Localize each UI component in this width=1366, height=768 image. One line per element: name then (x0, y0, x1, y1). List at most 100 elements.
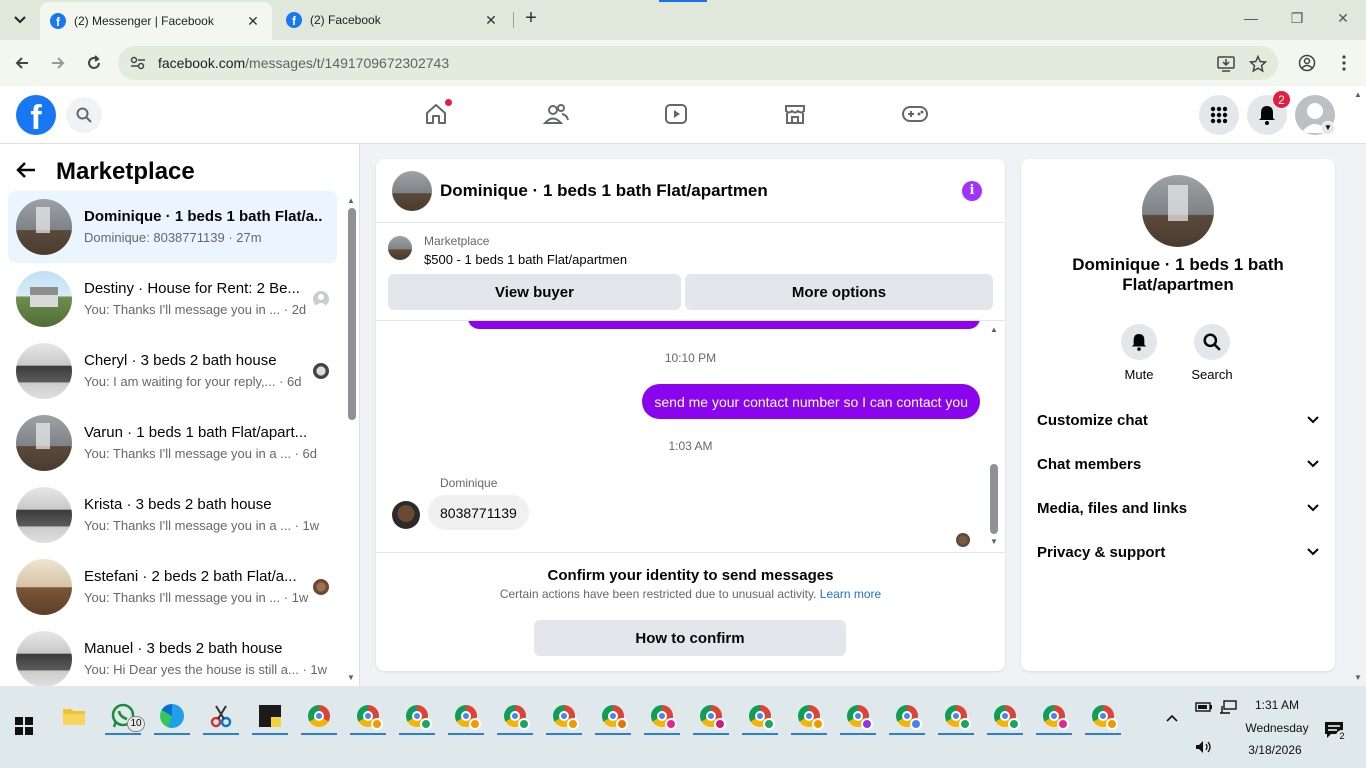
forward-button[interactable] (46, 51, 70, 75)
more-options-button[interactable]: More options (685, 274, 993, 310)
scroll-down-arrow-icon[interactable]: ▼ (347, 673, 355, 682)
volume-icon[interactable] (1193, 736, 1215, 758)
profile-badge-icon (469, 718, 481, 730)
bookmark-star-icon[interactable] (1248, 54, 1268, 74)
tab-facebook[interactable]: f (2) Facebook ✕ (276, 4, 510, 36)
sidebar-scrollbar[interactable] (348, 208, 356, 420)
listing-thumbnail[interactable] (388, 236, 412, 260)
chrome-profile-app[interactable] (348, 696, 388, 736)
learn-more-link[interactable]: Learn more (820, 587, 881, 601)
message-bubble-outgoing[interactable]: send me your contact number so I can con… (642, 384, 980, 419)
media-files-links-section[interactable]: Media, files and links (1029, 486, 1327, 530)
tab-close-icon[interactable]: ✕ (244, 13, 262, 30)
site-info-button[interactable] (126, 51, 150, 75)
gaming-nav-icon[interactable] (901, 100, 929, 128)
edge-app[interactable] (152, 696, 192, 736)
chrome-app[interactable] (299, 696, 339, 736)
message-bubble-outgoing[interactable] (468, 321, 980, 329)
chrome-profile-app[interactable] (887, 696, 927, 736)
chrome-profile-app[interactable] (544, 696, 584, 736)
menu-button[interactable] (1199, 95, 1239, 135)
privacy-support-section[interactable]: Privacy & support (1029, 530, 1327, 574)
how-to-confirm-button[interactable]: How to confirm (534, 620, 846, 656)
mute-action[interactable]: Mute (1109, 324, 1169, 382)
show-hidden-icons-button[interactable] (1160, 706, 1184, 730)
clock-date[interactable]: 3/18/2026 (1240, 743, 1310, 757)
network-icon[interactable] (1217, 696, 1239, 718)
section-label: Chat members (1037, 455, 1142, 473)
chrome-profile-app[interactable] (691, 696, 731, 736)
minimize-button[interactable]: — (1241, 10, 1261, 26)
chat-title[interactable]: Dominique · 1 beds 1 bath Flat/apartmen (440, 181, 768, 201)
chevron-down-icon (1307, 460, 1319, 468)
chevron-down-icon (1307, 416, 1319, 424)
close-window-button[interactable]: ✕ (1333, 10, 1353, 27)
profile-icon[interactable] (1296, 52, 1318, 74)
sticky-notes-app[interactable] (250, 696, 290, 736)
friends-nav-icon[interactable] (542, 100, 570, 128)
tab-close-icon[interactable]: ✕ (482, 12, 500, 29)
customize-chat-section[interactable]: Customize chat (1029, 398, 1327, 442)
page-scroll-up-arrow-icon[interactable]: ▲ (1354, 90, 1362, 99)
scroll-up-arrow-icon[interactable]: ▲ (347, 196, 355, 205)
chrome-profile-app[interactable] (397, 696, 437, 736)
chrome-profile-app[interactable] (789, 696, 829, 736)
conversation-item[interactable]: Estefani · 2 beds 2 bath Flat/a... You: … (8, 551, 337, 623)
profile-avatar[interactable] (1142, 175, 1214, 247)
chrome-profile-app[interactable] (446, 696, 486, 736)
facebook-search-button[interactable] (66, 97, 102, 133)
conversation-item[interactable]: Destiny · House for Rent: 2 Be... You: T… (8, 263, 337, 335)
install-app-icon[interactable] (1216, 54, 1236, 74)
search-action[interactable]: Search (1182, 324, 1242, 382)
facebook-logo-icon[interactable]: f (16, 95, 56, 135)
whatsapp-app[interactable]: 10 (103, 696, 145, 736)
sender-avatar[interactable] (392, 501, 420, 529)
clock-day[interactable]: Wednesday (1240, 721, 1314, 735)
chrome-profile-app[interactable] (936, 696, 976, 736)
scroll-up-arrow-icon[interactable]: ▲ (990, 325, 998, 334)
chrome-profile-app[interactable] (838, 696, 878, 736)
new-tab-button[interactable]: + (520, 8, 542, 30)
back-button[interactable] (10, 51, 34, 75)
chat-avatar[interactable] (392, 171, 432, 211)
conversation-item[interactable]: Dominique · 1 beds 1 bath Flat/a... Domi… (8, 191, 337, 263)
chat-members-section[interactable]: Chat members (1029, 442, 1327, 486)
back-arrow-icon[interactable] (16, 159, 46, 185)
marketplace-nav-icon[interactable] (781, 100, 809, 128)
tab-messenger[interactable]: f (2) Messenger | Facebook ✕ (40, 2, 272, 40)
listing-title[interactable]: $500 - 1 beds 1 bath Flat/apartmen (424, 252, 627, 267)
view-buyer-button[interactable]: View buyer (388, 274, 681, 310)
chrome-profile-app[interactable] (642, 696, 682, 736)
notification-center-button[interactable]: 2 (1320, 716, 1348, 744)
page-scroll-down-arrow-icon[interactable]: ▼ (1354, 673, 1362, 682)
battery-icon[interactable] (1193, 696, 1215, 718)
chrome-profile-app[interactable] (1083, 696, 1123, 736)
chat-scrollbar[interactable] (990, 464, 998, 534)
chrome-profile-app[interactable] (593, 696, 633, 736)
address-bar[interactable]: facebook.com/messages/t/1491709672302743 (118, 46, 1278, 80)
seen-avatar (313, 363, 329, 379)
file-explorer-app[interactable] (54, 696, 94, 736)
conversation-item[interactable]: Krista · 3 beds 2 bath house You: Thanks… (8, 479, 337, 551)
conversation-item[interactable]: Cheryl · 3 beds 2 bath house You: I am w… (8, 335, 337, 407)
clock-time[interactable]: 1:31 AM (1244, 698, 1310, 712)
message-bubble-incoming[interactable]: 8038771139 (428, 495, 529, 530)
account-chevron-icon[interactable]: ▼ (1321, 121, 1335, 135)
scroll-down-arrow-icon[interactable]: ▼ (990, 537, 998, 546)
tab-search-button[interactable] (8, 8, 32, 32)
chrome-profile-app[interactable] (985, 696, 1025, 736)
watch-nav-icon[interactable] (662, 100, 690, 128)
start-button[interactable] (4, 706, 44, 746)
conversation-item[interactable]: Manuel · 3 beds 2 bath house You: Hi Dea… (8, 623, 337, 686)
snipping-tool-app[interactable] (201, 696, 241, 736)
info-icon[interactable]: i (962, 181, 982, 201)
conversation-item[interactable]: Varun · 1 beds 1 bath Flat/apart... You:… (8, 407, 337, 479)
chrome-profile-app[interactable] (740, 696, 780, 736)
chrome-profile-app[interactable] (1034, 696, 1074, 736)
reload-button[interactable] (82, 51, 106, 75)
profile-badge-icon (861, 718, 873, 730)
conversation-name: Manuel · 3 beds 2 bath house (84, 640, 283, 657)
chrome-profile-app[interactable] (495, 696, 535, 736)
restore-button[interactable]: ❐ (1287, 10, 1307, 27)
browser-menu-icon[interactable] (1333, 52, 1355, 74)
